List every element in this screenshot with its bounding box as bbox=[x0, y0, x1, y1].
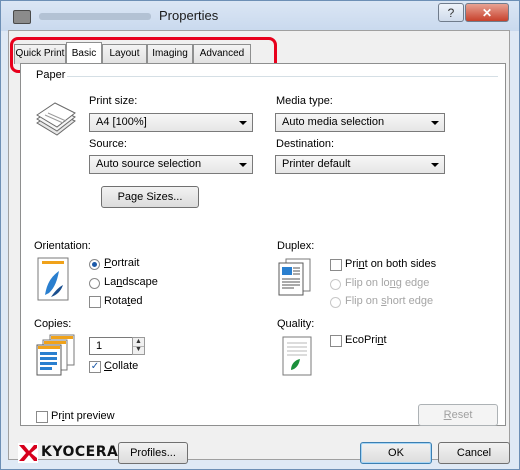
flip-long-edge-label[interactable]: Flip on long edge bbox=[345, 277, 429, 289]
copies-spinner[interactable]: ▲ ▼ bbox=[132, 337, 145, 355]
window-title: Properties bbox=[159, 8, 219, 23]
chevron-down-icon bbox=[239, 121, 247, 125]
print-size-select[interactable]: A4 [100%] bbox=[89, 113, 253, 132]
paper-group-label: Paper bbox=[34, 69, 68, 81]
flip-long-edge-radio[interactable] bbox=[330, 279, 341, 290]
source-select[interactable]: Auto source selection bbox=[89, 155, 253, 174]
collate-label[interactable]: Collate bbox=[104, 360, 138, 372]
ecoprint-label[interactable]: EcoPrint bbox=[345, 334, 387, 346]
rotated-checkbox[interactable] bbox=[89, 296, 101, 308]
help-button[interactable]: ? bbox=[438, 3, 464, 22]
title-bar: Properties ? ✕ bbox=[1, 1, 519, 31]
media-type-label: Media type: bbox=[276, 95, 333, 107]
cancel-button[interactable]: Cancel bbox=[438, 442, 510, 464]
blurred-printer-name bbox=[39, 13, 151, 20]
chevron-down-icon bbox=[239, 163, 247, 167]
brand-name: KYOCERA bbox=[41, 444, 119, 460]
chevron-down-icon bbox=[431, 163, 439, 167]
ecoprint-checkbox[interactable] bbox=[330, 335, 342, 347]
portrait-label[interactable]: Portrait bbox=[104, 257, 139, 269]
rotated-label[interactable]: Rotated bbox=[104, 295, 143, 307]
printer-icon bbox=[13, 10, 31, 24]
ok-button[interactable]: OK bbox=[360, 442, 432, 464]
page-sizes-button[interactable]: Page Sizes... bbox=[101, 186, 199, 208]
media-type-value: Auto media selection bbox=[282, 116, 385, 128]
profiles-button[interactable]: Profiles... bbox=[118, 442, 188, 464]
flip-short-edge-radio[interactable] bbox=[330, 297, 341, 308]
portrait-document-icon bbox=[37, 257, 69, 301]
spin-down-icon[interactable]: ▼ bbox=[133, 346, 144, 354]
kyocera-mark-icon bbox=[18, 443, 38, 463]
print-both-sides-checkbox[interactable] bbox=[330, 259, 342, 271]
landscape-label[interactable]: Landscape bbox=[104, 276, 158, 288]
paper-stack-icon bbox=[36, 102, 76, 136]
chevron-down-icon bbox=[431, 121, 439, 125]
collate-checkbox[interactable]: ✓ bbox=[89, 361, 101, 373]
print-size-label: Print size: bbox=[89, 95, 138, 107]
media-type-select[interactable]: Auto media selection bbox=[275, 113, 445, 132]
ecoprint-document-icon bbox=[282, 336, 312, 376]
collated-copies-icon bbox=[36, 334, 75, 376]
source-label: Source: bbox=[89, 138, 127, 150]
print-size-value: A4 [100%] bbox=[96, 116, 147, 128]
print-preview-checkbox[interactable] bbox=[36, 411, 48, 423]
copies-label: Copies: bbox=[34, 318, 72, 330]
portrait-radio[interactable] bbox=[89, 259, 100, 270]
destination-select[interactable]: Printer default bbox=[275, 155, 445, 174]
copies-input[interactable]: 1 bbox=[89, 337, 133, 355]
duplex-label: Duplex: bbox=[277, 240, 315, 252]
quality-label: Quality: bbox=[277, 318, 315, 330]
destination-value: Printer default bbox=[282, 158, 351, 170]
source-value: Auto source selection bbox=[96, 158, 202, 170]
flip-short-edge-label[interactable]: Flip on short edge bbox=[345, 295, 433, 307]
print-both-sides-label[interactable]: Print on both sides bbox=[345, 258, 436, 270]
orientation-label: Orientation: bbox=[34, 240, 91, 252]
destination-label: Destination: bbox=[276, 138, 335, 150]
reset-button[interactable]: Reset bbox=[418, 404, 498, 426]
paper-separator bbox=[62, 76, 498, 77]
duplex-document-icon bbox=[278, 258, 311, 296]
print-preview-label[interactable]: Print preview bbox=[51, 410, 115, 422]
landscape-radio[interactable] bbox=[89, 278, 100, 289]
close-button[interactable]: ✕ bbox=[465, 3, 509, 22]
